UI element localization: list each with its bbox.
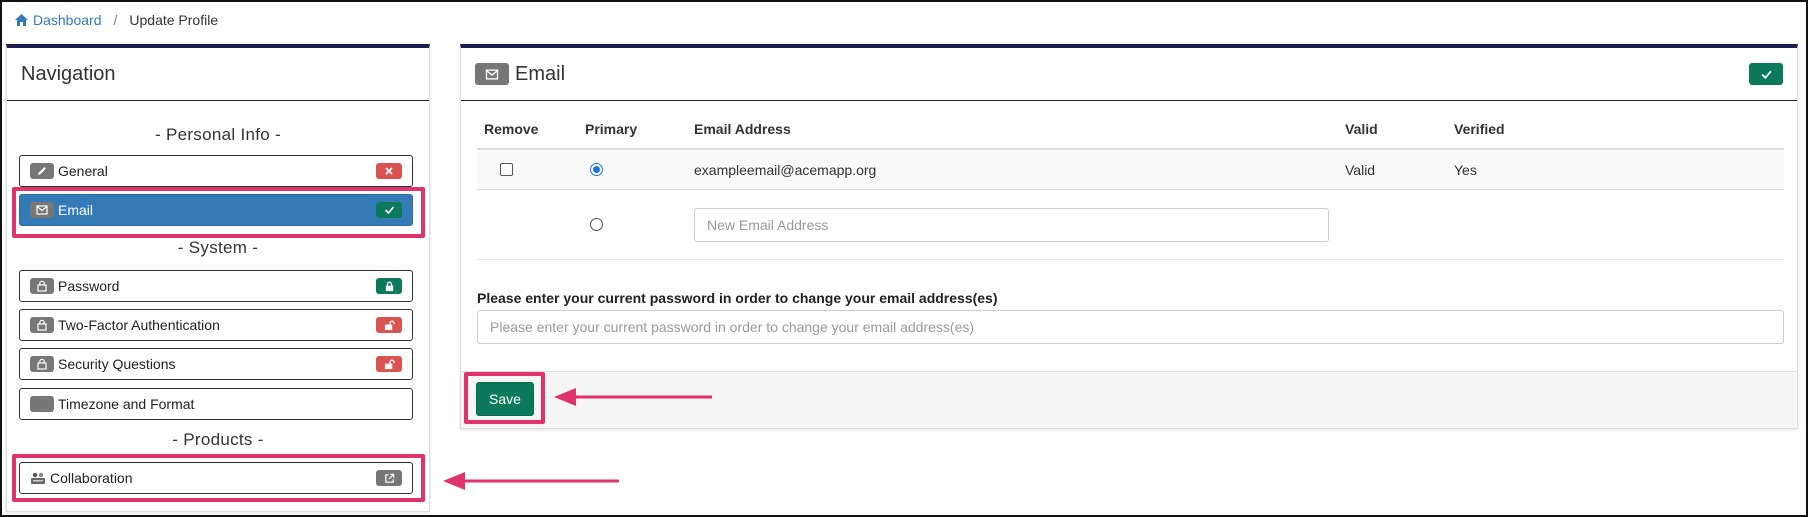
nav-item-collaboration[interactable]: Collaboration [19,462,413,494]
nav-item-email[interactable]: Email [19,194,413,226]
primary-radio[interactable] [590,163,603,176]
external-link-icon [376,470,402,486]
column-header: Valid [1345,121,1378,137]
unlock-icon [376,317,402,333]
x-icon [376,163,402,179]
navigation-heading: Navigation [7,48,429,101]
section-system: - System - [177,238,259,257]
unlock-icon [376,356,402,372]
nav-item-label: Timezone and Format [58,396,195,412]
new-email-input[interactable] [694,207,1329,242]
navigation-panel: Navigation - Personal Info - General Ema… [6,44,430,512]
remove-checkbox[interactable] [499,163,513,176]
nav-item-label: Email [58,202,94,218]
nav-item-label: General [58,163,108,179]
navigation-title: Navigation [21,62,116,85]
column-header: Email Address [694,121,791,137]
column-header: Verified [1454,121,1505,137]
new-email-row [477,190,1784,260]
check-icon [1749,63,1783,85]
people-icon [30,471,46,485]
home-icon [15,14,28,26]
section-personal-info: - Personal Info - [154,125,282,144]
pencil-icon [30,163,54,179]
nav-item-label: Collaboration [50,470,133,486]
arrow-to-save [554,388,712,406]
breadcrumb-separator: / [113,12,118,28]
table-header: Remove Primary Email Address Valid Verif… [477,110,1784,150]
email-address: exampleemail@acemapp.org [694,161,877,178]
lock-icon [30,278,54,294]
lock-icon [30,356,54,372]
nav-item-timezone[interactable]: Timezone and Format [19,388,413,420]
breadcrumb-current: Update Profile [129,12,219,28]
nav-item-label: Password [58,278,120,294]
nav-item-password[interactable]: Password [19,270,413,302]
valid-status: Valid [1345,161,1376,178]
primary-radio[interactable] [590,218,603,231]
check-icon [376,202,402,218]
globe-icon [30,396,54,412]
lock-icon [376,278,402,294]
column-header: Remove [484,121,539,137]
email-table: Remove Primary Email Address Valid Verif… [477,110,1784,260]
section-products: - Products - [172,430,264,449]
column-header: Primary [585,121,638,137]
arrow-to-collaboration [443,472,619,490]
breadcrumb: Dashboard / Update Profile [14,10,218,30]
save-button[interactable]: Save [476,382,534,416]
nav-item-two-factor[interactable]: Two-Factor Authentication [19,309,413,341]
nav-item-security-questions[interactable]: Security Questions [19,348,413,380]
verified-status: Yes [1454,161,1477,178]
current-password-input[interactable] [477,310,1784,344]
nav-item-label: Two-Factor Authentication [58,317,220,333]
table-row: exampleemail@acemapp.org Valid Yes [477,150,1784,190]
envelope-icon [475,63,509,85]
lock-icon [30,317,54,333]
nav-item-label: Security Questions [58,356,176,372]
nav-item-general[interactable]: General [19,155,413,187]
password-label: Please enter your current password in or… [477,290,998,306]
dashboard-link[interactable]: Dashboard [14,12,102,28]
email-heading: Email [461,48,1797,101]
envelope-icon [30,202,54,218]
dashboard-label: Dashboard [33,12,102,28]
email-panel: Email Remove Primary Email Address Valid… [460,44,1798,429]
email-title: Email [515,62,566,85]
